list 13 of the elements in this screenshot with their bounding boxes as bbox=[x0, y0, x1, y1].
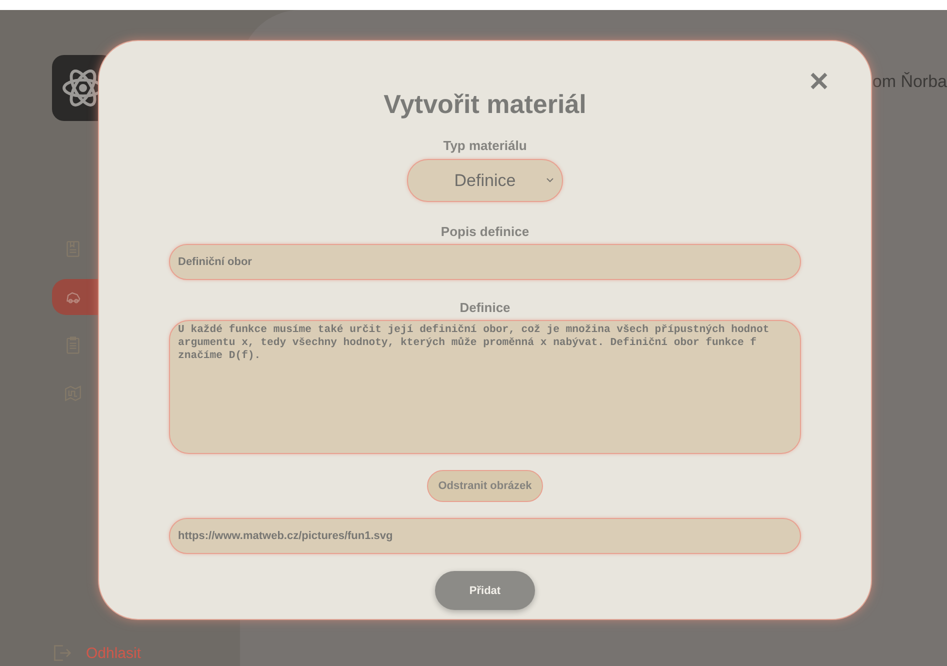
remove-image-button[interactable]: Odstranit obrázek bbox=[427, 470, 543, 502]
field-label: Popis definice bbox=[440, 224, 530, 239]
caret-icon bbox=[546, 177, 554, 183]
image-url-field[interactable]: https://www.matweb.cz/pictures/fun1.svg bbox=[169, 518, 801, 554]
type-select[interactable]: Definice bbox=[407, 159, 563, 202]
modal-title: Vytvořit materiál bbox=[384, 89, 586, 120]
close-icon bbox=[809, 71, 829, 91]
field-label: Definice bbox=[460, 300, 510, 315]
field-label: Typ materiálu bbox=[443, 138, 527, 153]
description-field[interactable]: Definiční obor bbox=[169, 244, 801, 280]
add-button[interactable]: Přidat bbox=[435, 571, 535, 610]
user-name: om Ňorba bbox=[872, 72, 947, 92]
definition-field[interactable]: U každé funkce musíme také určit její definiční obor, což je množina všech přípustných hodnot argumentu x, tedy všechny hodnoty, kterých může proměnná x nabývat. Definiční obor funkce f značíme D(f). bbox=[169, 320, 801, 454]
